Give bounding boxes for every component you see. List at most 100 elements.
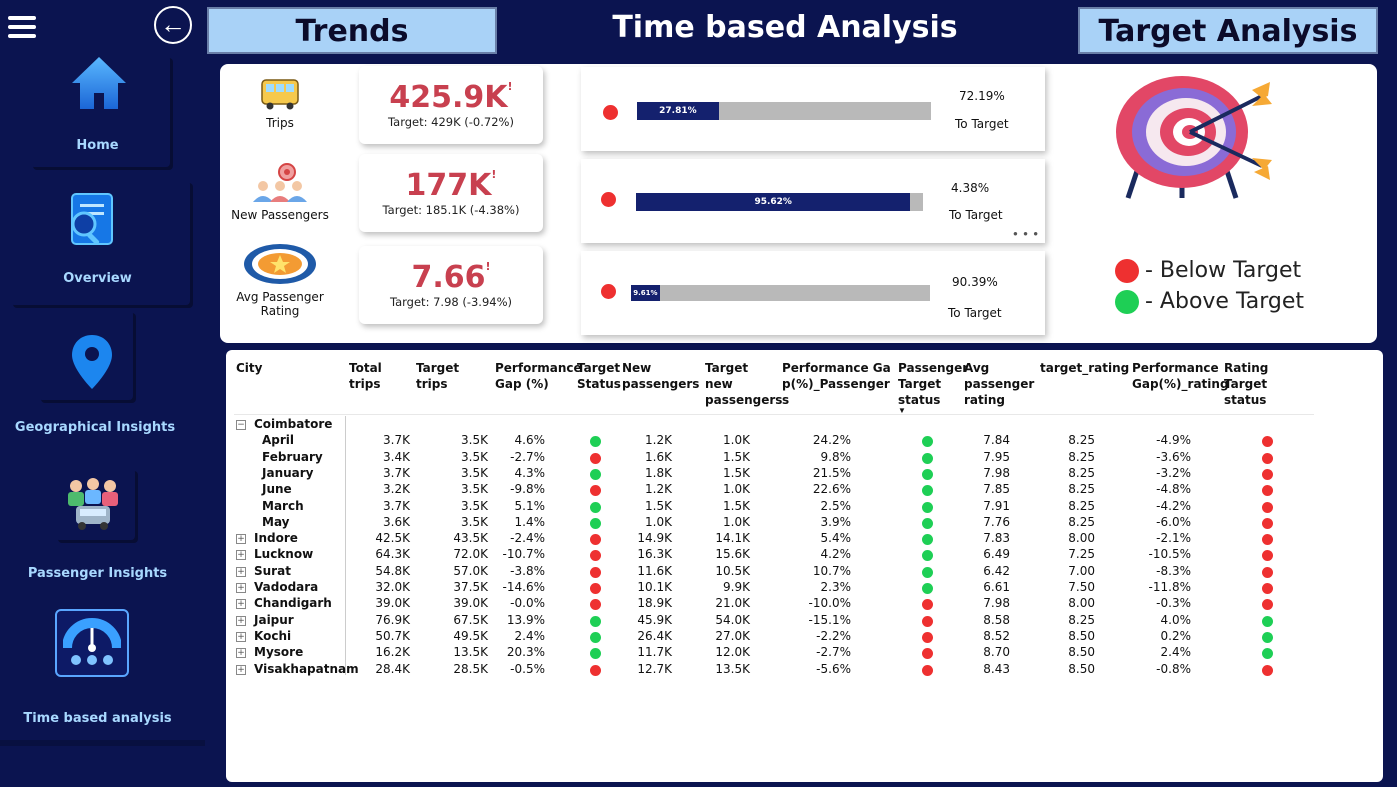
kpi-rating-label-line2: Rating xyxy=(260,304,300,318)
cell-gap: 13.9% xyxy=(506,612,545,627)
progress-track: 27.81% xyxy=(637,102,931,120)
expand-icon[interactable]: + xyxy=(236,615,246,626)
cell-gap: -3.8% xyxy=(510,563,545,578)
status-dot xyxy=(1262,631,1273,643)
col-header-target-rating[interactable]: target_rating xyxy=(1040,360,1129,376)
status-dot xyxy=(1262,583,1273,594)
expand-icon[interactable]: + xyxy=(236,631,246,642)
table-row-city[interactable]: + Lucknow 64.3K 72.0K -10.7% 16.3K 15.6K 4.2% 6.… xyxy=(226,547,1326,563)
col-header-passenger-target-status[interactable]: Passenger Target status xyxy=(898,360,968,408)
cell-trat: 7.50 xyxy=(1068,580,1095,594)
table-row-city[interactable]: + Jaipur 76.9K 67.5K 13.9% 45.9K 54.0K -15.1% 8.… xyxy=(226,613,1326,629)
table-row-city[interactable]: + Visakhapatnam 28.4K 28.5K -0.5% 12.7K 13.5K -… xyxy=(226,662,1326,678)
trends-button[interactable]: Trends xyxy=(207,7,497,54)
col-header-performance-gap[interactable]: Performance Gap (%) xyxy=(495,360,582,392)
table-row-month[interactable]: June 3.2K 3.5K -9.8% 1.2K 1.0K 22.6% 7.85 8.25 -4… xyxy=(226,482,1326,498)
col-header-target-new-passengers[interactable]: Target new passengers xyxy=(705,360,782,408)
cell-trat: 8.25 xyxy=(1068,465,1095,480)
expand-icon[interactable]: + xyxy=(236,599,246,610)
cell-gapp: 21.5% xyxy=(812,465,851,480)
warning-icon: ! xyxy=(491,168,497,181)
cell-avg: 7.76 xyxy=(983,514,1010,529)
cell-newp: 45.9K xyxy=(637,612,672,627)
col-header-target-status[interactable]: Target Status xyxy=(577,360,621,392)
table-row-month[interactable]: January 3.7K 3.5K 4.3% 1.8K 1.5K 21.5% 7.98 8.25… xyxy=(226,466,1326,482)
status-dot xyxy=(1262,436,1273,448)
kpi-value: 7.66 xyxy=(411,260,486,295)
sidebar-item-label: Geographical Insights xyxy=(14,420,176,435)
cell-tnewp: 13.5K xyxy=(715,661,750,676)
cell-total: 3.7K xyxy=(383,498,410,513)
progress-track: 95.62% xyxy=(636,193,923,211)
table-row-city[interactable]: + Vadodara 32.0K 37.5K -14.6% 10.1K 9.9K 2.3% 6.… xyxy=(226,580,1326,596)
table-row-city[interactable]: + Indore 42.5K 43.5K -2.4% 14.9K 14.1K 5.4% 7.83… xyxy=(226,531,1326,547)
table-row-month[interactable]: April 3.7K 3.5K 4.6% 1.2K 1.0K 24.2% 7.84 8.25 -4… xyxy=(226,433,1326,449)
cell-newp: 12.7K xyxy=(637,661,672,676)
to-target-label: To Target xyxy=(949,208,1003,222)
cell-tnewp: 14.1K xyxy=(715,531,750,546)
cell-gapr: 4.0% xyxy=(1160,612,1192,627)
kpi-target: Target: 429K (-0.72%) xyxy=(388,115,514,129)
table-row-city[interactable]: + Mysore 16.2K 13.5K 20.3% 11.7K 12.0K -2.7% 8.7… xyxy=(226,645,1326,661)
cell-gap: -2.7% xyxy=(510,449,545,464)
cell-tnewp: 1.0K xyxy=(723,514,750,529)
sidebar-divider xyxy=(0,740,205,746)
row-label: Coimbatore xyxy=(254,417,333,431)
cell-gapp: 3.9% xyxy=(820,514,852,529)
status-dot xyxy=(1262,501,1273,513)
col-header-target-trips[interactable]: Target trips xyxy=(416,360,488,392)
cell-gapr: -4.2% xyxy=(1156,498,1191,513)
cell-gapp: -2.2% xyxy=(816,628,851,643)
cell-newp: 10.1K xyxy=(637,580,672,594)
hamburger-menu-icon[interactable] xyxy=(8,16,36,42)
table-row-month[interactable]: March 3.7K 3.5K 5.1% 1.5K 1.5K 2.5% 7.91 8.25 -4.… xyxy=(226,499,1326,515)
cell-total: 3.7K xyxy=(383,433,410,448)
cell-avg: 6.49 xyxy=(983,547,1010,562)
expand-icon[interactable]: + xyxy=(236,583,246,593)
status-dot xyxy=(603,105,618,120)
col-header-total-trips[interactable]: Total trips xyxy=(349,360,411,392)
table-row-city[interactable]: − Coimbatore xyxy=(226,417,1326,433)
kpi-card-rating: 7.66! Target: 7.98 (-3.94%) xyxy=(359,246,543,324)
kpi-trips-label-block: Trips xyxy=(220,72,340,130)
target-analysis-button[interactable]: Target Analysis xyxy=(1078,7,1378,54)
kpi-target: Target: 7.98 (-3.94%) xyxy=(389,295,513,309)
progress-track: 9.61% xyxy=(631,285,930,301)
status-dot xyxy=(1262,468,1273,480)
col-header-rating-target-status[interactable]: Rating Target status xyxy=(1224,360,1308,408)
cell-avg: 8.70 xyxy=(983,645,1010,660)
table-row-city[interactable]: + Kochi 50.7K 49.5K 2.4% 26.4K 27.0K -2.2% 8.52 8… xyxy=(226,629,1326,645)
col-header-performance-gap-rating[interactable]: Performance Gap(%)_rating xyxy=(1132,360,1229,392)
sidebar-item-label: Time based analysis xyxy=(23,711,172,726)
table-row-city[interactable]: + Surat 54.8K 57.0K -3.8% 11.6K 10.5K 10.7% 6.42… xyxy=(226,564,1326,580)
collapse-icon[interactable]: − xyxy=(236,420,246,430)
cell-gapp: 10.7% xyxy=(812,563,851,578)
expand-icon[interactable]: + xyxy=(236,648,246,659)
cell-avg: 6.42 xyxy=(983,563,1010,578)
col-header-performance-gap-passengers[interactable]: Performance Gap(%)_Passengers xyxy=(782,360,894,408)
cell-trat: 8.25 xyxy=(1068,498,1095,513)
cell-gap: 5.1% xyxy=(514,498,546,513)
expand-icon[interactable]: + xyxy=(236,566,246,577)
col-header-city[interactable]: City xyxy=(236,360,336,376)
cell-newp: 1.0K xyxy=(645,514,672,529)
col-header-new-passengers[interactable]: New passengers xyxy=(622,360,699,392)
cell-gapp: -15.1% xyxy=(808,612,851,627)
cell-newp: 1.5K xyxy=(645,498,672,513)
expand-icon[interactable]: + xyxy=(236,550,246,561)
cell-gap: -10.7% xyxy=(502,547,545,562)
back-button[interactable]: ← xyxy=(154,6,192,44)
status-dot xyxy=(1262,534,1273,546)
more-options-icon[interactable]: • • • xyxy=(1013,226,1039,241)
cell-avg: 8.58 xyxy=(983,612,1010,627)
table-row-month[interactable]: February 3.4K 3.5K -2.7% 1.6K 1.5K 9.8% 7.95 8.2… xyxy=(226,450,1326,466)
table-row-month[interactable]: May 3.6K 3.5K 1.4% 1.0K 1.0K 3.9% 7.76 8.25 -6.0% xyxy=(226,515,1326,531)
expand-icon[interactable]: + xyxy=(236,664,246,675)
table-row-city[interactable]: + Chandigarh 39.0K 39.0K -0.0% 18.9K 21.0K -10.… xyxy=(226,596,1326,612)
progress-card-new-passengers: 95.62% 4.38% To Target • • • xyxy=(581,159,1045,243)
expand-icon[interactable]: + xyxy=(236,534,246,545)
cell-gapr: -4.8% xyxy=(1156,482,1191,497)
col-header-avg-rating[interactable]: Avg passenger rating xyxy=(964,360,1034,408)
cell-gapp: 24.2% xyxy=(812,433,851,448)
status-dot xyxy=(1262,485,1273,497)
